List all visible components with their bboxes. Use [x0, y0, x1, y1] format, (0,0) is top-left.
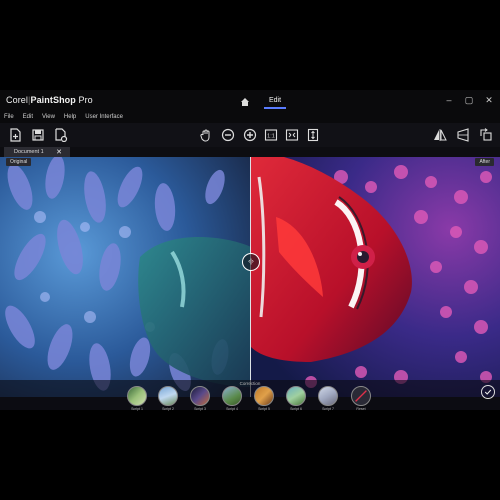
close-icon[interactable]: ✕	[484, 95, 494, 105]
apply-check-button[interactable]	[481, 385, 495, 399]
preset-label-7: Script 7	[322, 407, 334, 411]
preset-thumb-1[interactable]	[127, 386, 147, 406]
fit-window-icon[interactable]	[285, 128, 299, 142]
preset-label-3: Script 3	[194, 407, 206, 411]
after-label-text: After	[479, 159, 490, 165]
document-tab-label: Document 1	[14, 149, 44, 155]
minimize-icon[interactable]: –	[444, 95, 454, 105]
after-label: After	[475, 158, 494, 166]
zoom-in-icon[interactable]	[243, 128, 257, 142]
pan-hand-icon[interactable]	[199, 128, 213, 142]
preset-thumb-3[interactable]	[190, 386, 210, 406]
preset-label-reset: Reset	[356, 407, 366, 411]
compare-divider[interactable]	[250, 157, 251, 397]
presets-title: Correction	[239, 381, 261, 386]
perspective-icon[interactable]	[456, 128, 470, 142]
preset-thumb-2[interactable]	[158, 386, 178, 406]
active-tab-indicator	[264, 107, 286, 109]
svg-text:1:1: 1:1	[267, 134, 275, 140]
presets-bar: Correction Script 1 Script 2 Script 3 Sc…	[0, 380, 500, 411]
image-canvas[interactable]: Original After ‹|›	[0, 157, 500, 397]
original-image: Original	[0, 157, 251, 397]
zoom-out-icon[interactable]	[221, 128, 235, 142]
preset-reset-thumb[interactable]	[351, 386, 371, 406]
paintshop-window: Corel|PaintShop Pro Edit – ▢ ✕ File Edit…	[0, 90, 500, 411]
preset-label-6: Script 6	[290, 407, 302, 411]
preset-label-2: Script 2	[162, 407, 174, 411]
preset-thumb-5[interactable]	[254, 386, 274, 406]
edited-image: After	[251, 157, 500, 397]
original-photo	[0, 157, 251, 397]
original-label-text: Original	[10, 159, 28, 165]
new-file-icon[interactable]	[8, 128, 22, 142]
window-controls: – ▢ ✕	[444, 90, 494, 110]
original-label: Original	[6, 158, 32, 166]
title-bar: Corel|PaintShop Pro Edit – ▢ ✕	[0, 90, 500, 110]
home-icon[interactable]	[240, 94, 250, 106]
reset-slash-icon	[355, 390, 367, 402]
preset-thumb-4[interactable]	[222, 386, 242, 406]
compare-divider-handle[interactable]: ‹|›	[242, 253, 260, 271]
toolbar: 1:1	[0, 123, 500, 147]
maximize-icon[interactable]: ▢	[464, 95, 474, 105]
after-photo	[251, 157, 500, 397]
preset-label-1: Script 1	[131, 407, 143, 411]
menu-view[interactable]: View	[42, 114, 55, 120]
document-tab-bar: Document 1 ✕	[0, 147, 500, 157]
flip-icon[interactable]	[433, 128, 447, 142]
preset-thumb-7[interactable]	[318, 386, 338, 406]
check-icon	[484, 389, 492, 395]
menu-edit[interactable]: Edit	[23, 114, 33, 120]
actual-size-icon[interactable]: 1:1	[264, 128, 278, 142]
menu-help[interactable]: Help	[64, 114, 76, 120]
menu-user-interface[interactable]: User Interface	[85, 114, 123, 120]
brand-prefix: Corel	[6, 95, 29, 105]
preset-thumb-6[interactable]	[286, 386, 306, 406]
document-close-glyph: ✕	[56, 149, 62, 156]
brand-suffix: Pro	[78, 95, 93, 105]
brand-name: PaintShop	[30, 95, 76, 105]
divider-handle-icon: ‹|›	[248, 259, 254, 265]
menu-file[interactable]: File	[4, 114, 14, 120]
export-icon[interactable]	[54, 128, 68, 142]
document-close-icon[interactable]: ✕	[54, 147, 64, 157]
preset-label-5: Script 5	[258, 407, 270, 411]
fit-height-icon[interactable]	[306, 128, 320, 142]
tab-edit-label: Edit	[268, 96, 282, 104]
crop-rotate-icon[interactable]	[479, 128, 493, 142]
menu-bar: File Edit View Help User Interface	[0, 110, 500, 123]
preset-label-4: Script 4	[226, 407, 238, 411]
save-icon[interactable]	[31, 128, 45, 142]
app-brand: Corel|PaintShop Pro	[6, 95, 93, 105]
